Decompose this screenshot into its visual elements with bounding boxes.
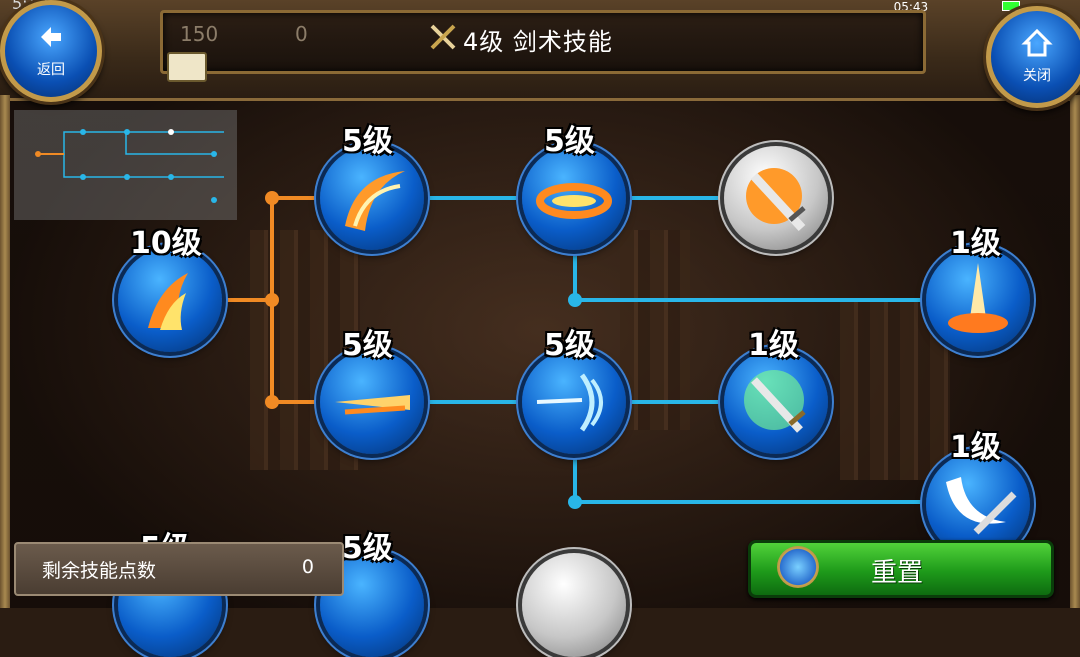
skill-level-label: 1级 bbox=[950, 430, 1001, 465]
skill-level-label: 1级 bbox=[748, 328, 799, 363]
skill-level-label: 10级 bbox=[130, 226, 202, 261]
junction-node bbox=[265, 293, 279, 307]
ground-burst-icon bbox=[948, 263, 1008, 333]
remaining-skill-points: 剩余技能点数 0 bbox=[14, 542, 344, 596]
reset-button-label: 重置 bbox=[871, 558, 924, 588]
skill-node-speed-slash[interactable] bbox=[320, 350, 424, 454]
gear-reset-icon bbox=[777, 546, 819, 588]
skill-node-green-sword[interactable] bbox=[724, 350, 828, 454]
green-sword-icon bbox=[744, 370, 806, 433]
skill-node-flaming-sword[interactable] bbox=[724, 146, 828, 250]
skill-points-label: 剩余技能点数 bbox=[42, 560, 157, 582]
spin-slash-icon bbox=[536, 183, 612, 219]
reset-button[interactable]: 重置 bbox=[748, 540, 1054, 598]
junction-node bbox=[265, 395, 279, 409]
skill-level-label: 5级 bbox=[544, 124, 595, 159]
flaming-sword-icon bbox=[746, 168, 806, 232]
speed-slash-icon bbox=[335, 395, 410, 415]
junction-node bbox=[265, 191, 279, 205]
skill-node-fire-slash[interactable] bbox=[118, 248, 222, 352]
skill-node-bottom-center[interactable] bbox=[522, 553, 626, 657]
skill-level-label: 5级 bbox=[342, 124, 393, 159]
wind-slash-icon bbox=[345, 171, 405, 231]
skill-points-value: 0 bbox=[301, 556, 314, 578]
skill-level-label: 5级 bbox=[544, 328, 595, 363]
wave-slash-icon bbox=[536, 373, 603, 432]
skill-level-label: 1级 bbox=[950, 226, 1001, 261]
skill-node-ground-burst[interactable] bbox=[926, 248, 1030, 352]
skill-node-wind-slash[interactable] bbox=[320, 146, 424, 250]
skill-level-label: 5级 bbox=[342, 328, 393, 363]
skill-node-spin-slash[interactable] bbox=[522, 146, 626, 250]
skill-node-wave-slash[interactable] bbox=[522, 350, 626, 454]
skill-level-label: 5级 bbox=[342, 531, 393, 566]
fire-slash-icon bbox=[148, 273, 188, 330]
